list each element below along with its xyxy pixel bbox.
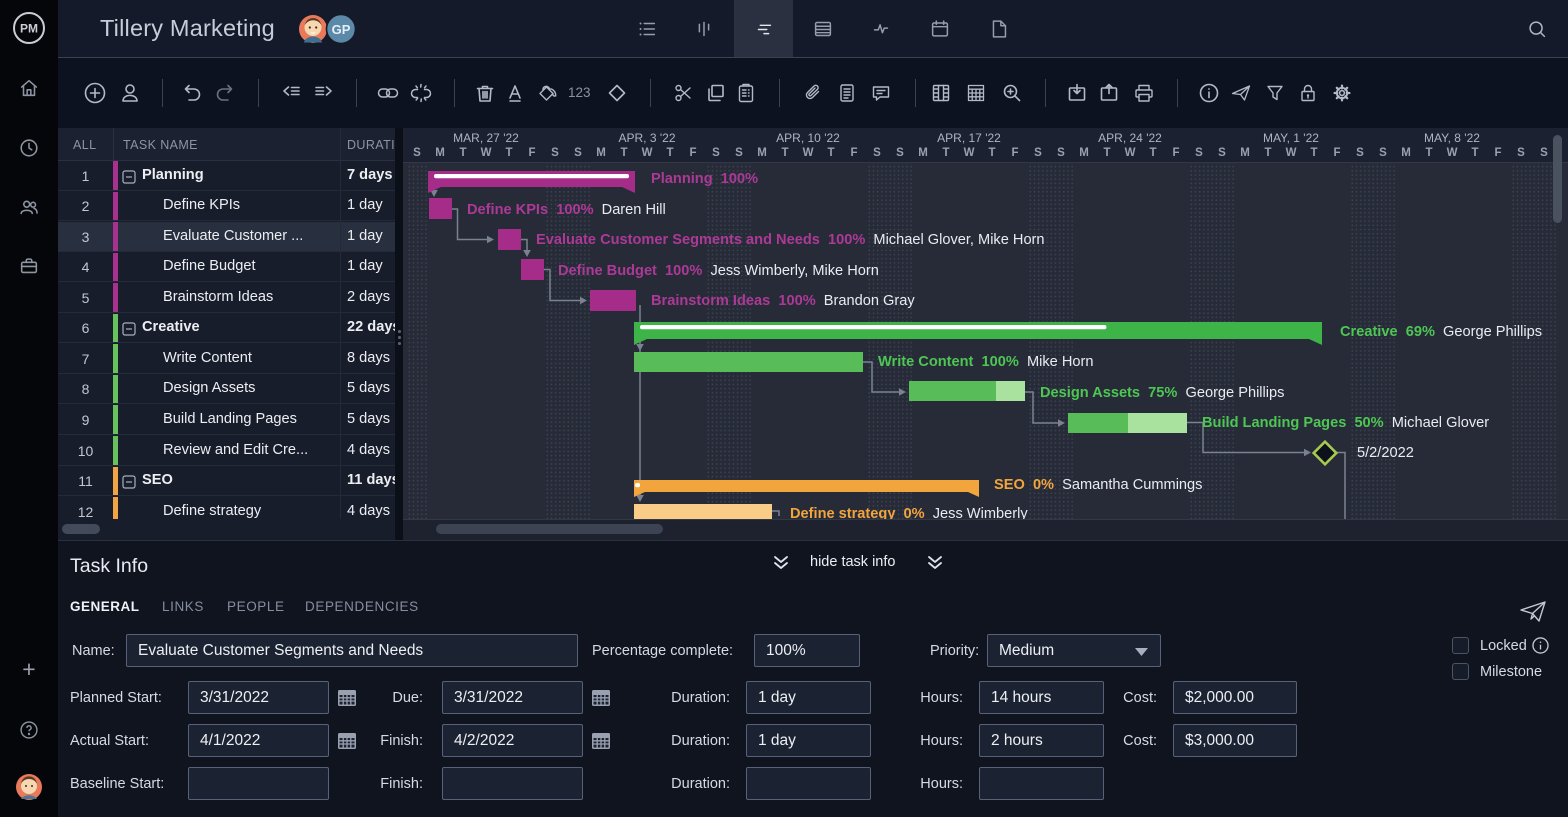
svg-text:GP: GP: [332, 22, 351, 37]
svg-text:PM: PM: [20, 22, 38, 36]
